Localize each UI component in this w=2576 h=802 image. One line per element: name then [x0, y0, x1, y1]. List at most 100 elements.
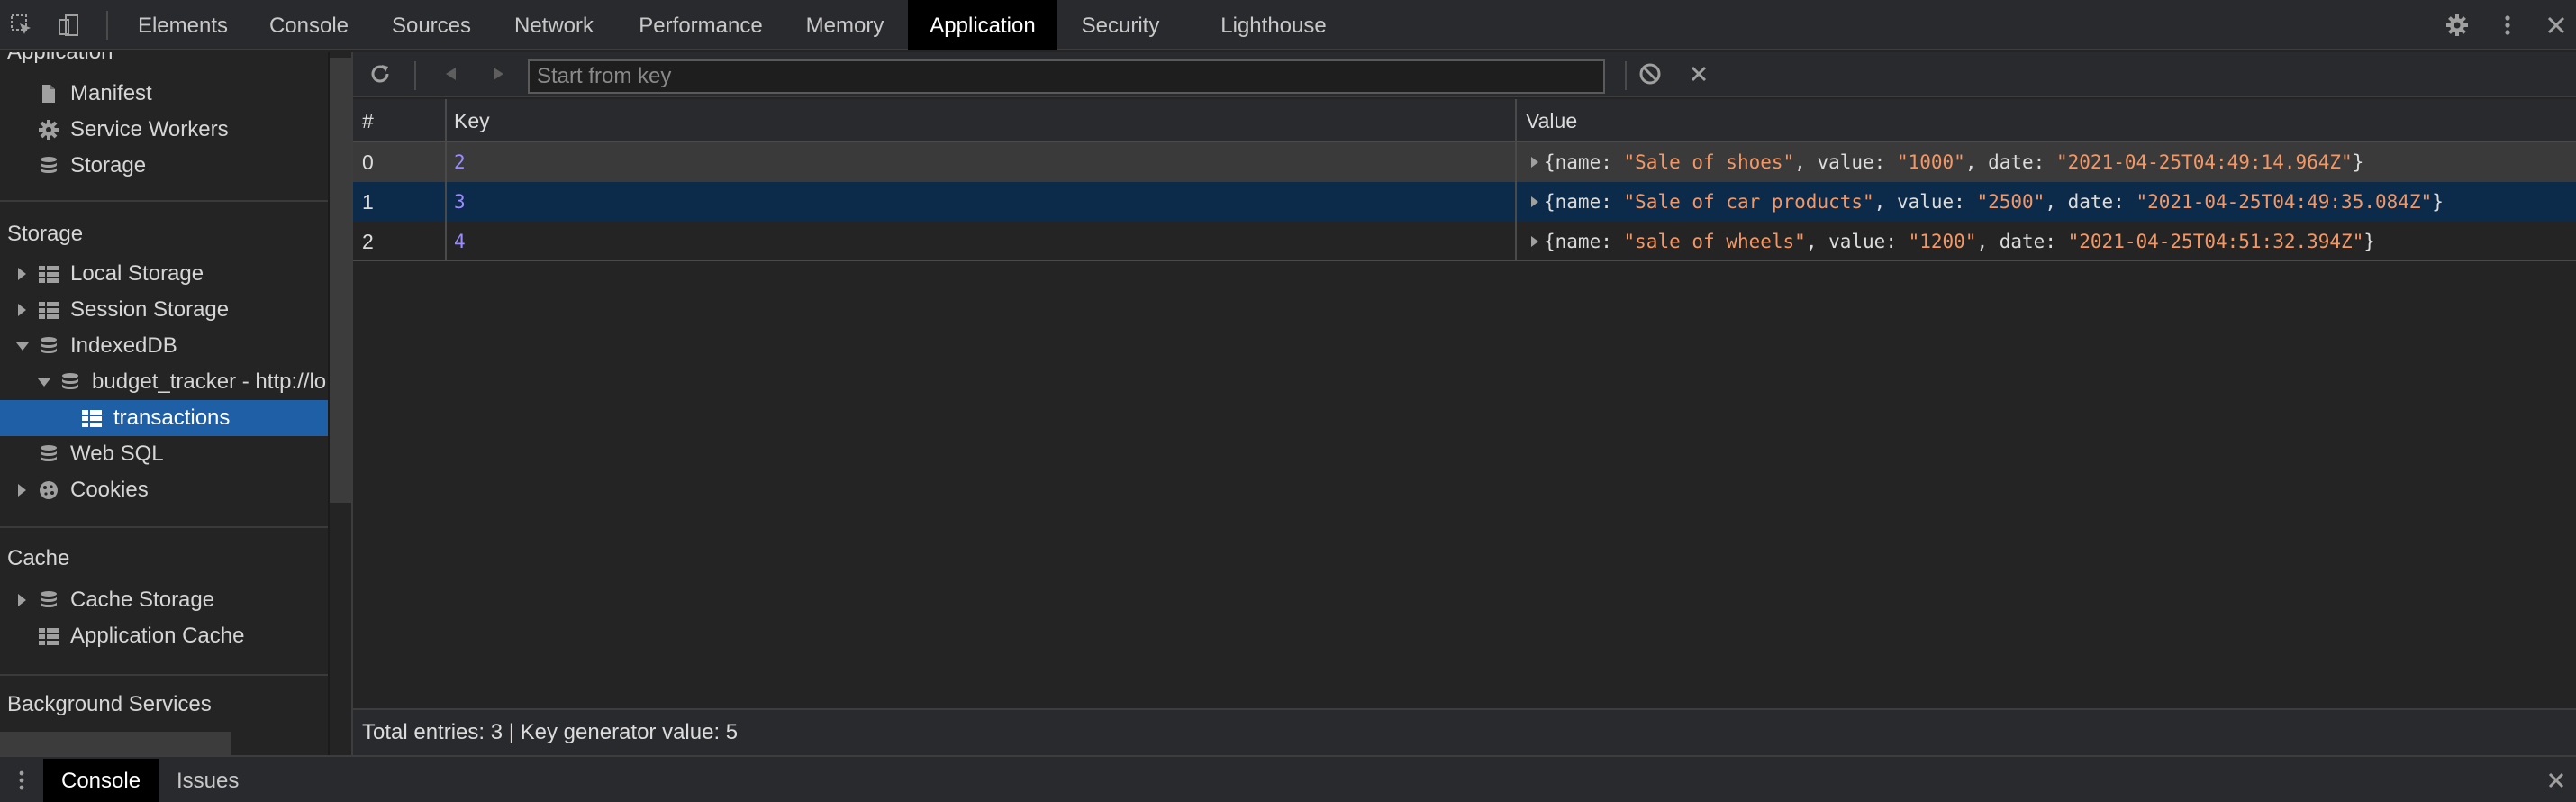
database-icon — [62, 373, 78, 389]
grid-status-bar: Total entries: 3 | Key generator value: … — [353, 708, 2576, 755]
database-icon — [41, 337, 57, 353]
tab-console[interactable]: Console — [249, 0, 369, 50]
section-header-cache: Cache — [7, 546, 70, 570]
grid-icon — [39, 628, 59, 645]
indexeddb-data-grid: # Key Value 0 2 {name: "Sale of shoes", … — [353, 99, 2576, 708]
value-name-string: "sale of wheels" — [1623, 231, 1806, 252]
sidebar-item-local-storage[interactable]: Local Storage — [0, 256, 328, 292]
sidebar-item-label: Web SQL — [70, 442, 164, 466]
collapse-arrow-icon[interactable] — [38, 378, 50, 387]
database-icon — [41, 445, 57, 461]
sidebar-item-label: IndexedDB — [70, 333, 177, 358]
expand-arrow-icon[interactable] — [18, 268, 26, 280]
column-divider[interactable] — [445, 99, 447, 260]
application-sidebar: Application Manifest Service Workers Sto… — [0, 52, 328, 755]
section-header-background-services: Background Services — [7, 692, 212, 716]
column-divider[interactable] — [1515, 99, 1517, 260]
clear-object-store-icon[interactable] — [1636, 59, 1664, 88]
table-row[interactable]: 1 3 {name: "Sale of car products", value… — [353, 182, 2576, 222]
sidebar-item-label: Service Workers — [70, 117, 229, 141]
column-header-key[interactable]: Key — [445, 99, 1517, 142]
sidebar-item-label: Local Storage — [70, 261, 204, 286]
sidebar-item-service-workers[interactable]: Service Workers — [0, 112, 328, 148]
sidebar-item-label: transactions — [113, 406, 231, 430]
sidebar-item-application-cache[interactable]: Application Cache — [0, 618, 328, 654]
drawer-menu-icon[interactable] — [7, 766, 36, 795]
table-row[interactable]: 0 2 {name: "Sale of shoes", value: "1000… — [353, 142, 2576, 182]
device-toolbar-icon[interactable] — [54, 11, 83, 40]
row-index: 1 — [362, 190, 374, 214]
value-date-string: "2021-04-25T04:49:14.964Z" — [2055, 151, 2353, 173]
column-header-index[interactable]: # — [353, 99, 445, 142]
horizontal-scrollbar-thumb[interactable] — [0, 732, 231, 755]
sidebar-item-transactions[interactable]: transactions — [0, 400, 328, 436]
section-header-application: Application — [7, 52, 113, 65]
tab-performance[interactable]: Performance — [621, 0, 780, 50]
sidebar-item-session-storage[interactable]: Session Storage — [0, 292, 328, 328]
sidebar-item-cookies[interactable]: Cookies — [0, 472, 328, 508]
column-header-value[interactable]: Value — [1517, 99, 2576, 142]
row-index: 0 — [362, 150, 374, 174]
row-value[interactable]: {name: "Sale of car products", value: "2… — [1517, 182, 2576, 222]
sidebar-item-web-sql[interactable]: Web SQL — [0, 436, 328, 472]
previous-page-icon[interactable] — [436, 59, 465, 88]
total-entries-status: Total entries: 3 | Key generator value: … — [362, 720, 739, 744]
expand-arrow-icon[interactable] — [18, 304, 26, 316]
row-key: 4 — [454, 231, 466, 252]
drawer-toolbar: Console Issues — [0, 755, 2576, 802]
section-divider — [0, 674, 328, 676]
grid-icon — [39, 302, 59, 319]
database-icon — [41, 157, 57, 173]
sidebar-item-manifest[interactable]: Manifest — [0, 76, 328, 112]
tab-lighthouse[interactable]: Lighthouse — [1202, 0, 1346, 50]
tab-application[interactable]: Application — [908, 0, 1057, 50]
close-devtools-icon[interactable] — [2542, 11, 2571, 40]
sidebar-item-label: Application Cache — [70, 624, 245, 648]
expand-arrow-icon[interactable] — [1531, 236, 1538, 247]
settings-gear-icon[interactable] — [2443, 11, 2472, 40]
collapse-arrow-icon[interactable] — [16, 342, 29, 351]
document-icon — [42, 85, 55, 103]
value-date-string: "2021-04-25T04:51:32.394Z" — [2067, 231, 2364, 252]
toolbar-divider — [106, 11, 108, 40]
sidebar-item-indexeddb[interactable]: IndexedDB — [0, 328, 328, 364]
drawer-tab-console[interactable]: Console — [43, 759, 159, 802]
value-amount-string: "1000" — [1896, 151, 1965, 173]
sidebar-item-budget-tracker-db[interactable]: budget_tracker - http://lo — [0, 364, 328, 400]
sidebar-item-cache-storage[interactable]: Cache Storage — [0, 582, 328, 618]
expand-arrow-icon[interactable] — [1531, 196, 1538, 207]
drawer-tab-issues[interactable]: Issues — [159, 759, 257, 802]
sidebar-item-storage-overview[interactable]: Storage — [0, 148, 328, 184]
value-amount-string: "2500" — [1976, 191, 2045, 213]
refresh-icon[interactable] — [366, 59, 395, 88]
expand-arrow-icon[interactable] — [18, 484, 26, 497]
row-value[interactable]: {name: "sale of wheels", value: "1200", … — [1517, 222, 2576, 261]
database-icon — [41, 591, 57, 607]
tab-network[interactable]: Network — [495, 0, 612, 50]
sidebar-scrollbar-thumb[interactable] — [328, 58, 351, 503]
table-row[interactable]: 2 4 {name: "sale of wheels", value: "120… — [353, 222, 2576, 261]
more-options-icon[interactable] — [2493, 11, 2522, 40]
toolbar-divider — [1625, 61, 1627, 90]
tab-elements[interactable]: Elements — [124, 0, 241, 50]
expand-arrow-icon[interactable] — [1531, 157, 1538, 168]
next-page-icon[interactable] — [485, 59, 513, 88]
tab-sources[interactable]: Sources — [376, 0, 486, 50]
section-divider — [0, 200, 328, 202]
section-header-storage: Storage — [7, 222, 84, 246]
sidebar-item-label: Cache Storage — [70, 588, 215, 612]
sidebar-item-label: Manifest — [70, 81, 152, 105]
row-value[interactable]: {name: "Sale of shoes", value: "1000", d… — [1517, 142, 2576, 182]
delete-selected-icon[interactable] — [1684, 59, 1713, 88]
tab-security[interactable]: Security — [1065, 0, 1176, 50]
value-date-string: "2021-04-25T04:49:35.084Z" — [2136, 191, 2433, 213]
inspect-element-icon[interactable] — [7, 11, 36, 40]
tab-memory[interactable]: Memory — [789, 0, 901, 50]
grid-icon — [82, 410, 102, 427]
sidebar-item-label: budget_tracker - http://lo — [92, 369, 327, 394]
start-from-key-input[interactable] — [528, 59, 1605, 94]
expand-arrow-icon[interactable] — [18, 594, 26, 606]
close-drawer-icon[interactable] — [2542, 766, 2571, 795]
value-name-string: "Sale of car products" — [1623, 191, 1874, 213]
value-amount-string: "1200" — [1908, 231, 1977, 252]
